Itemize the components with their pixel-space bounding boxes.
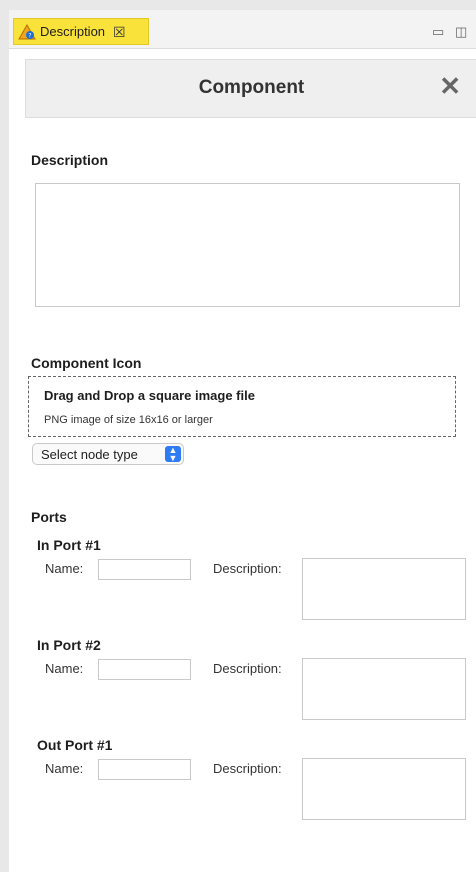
page-title: Component: [198, 77, 305, 98]
port-name-label: Name:: [45, 561, 84, 576]
port-description-label: Description:: [213, 661, 282, 676]
port-name-input[interactable]: [98, 759, 191, 780]
port-name-label: Name:: [45, 661, 84, 676]
description-textarea[interactable]: [35, 183, 460, 307]
description-label: Description: [31, 152, 109, 168]
port-title: Out Port #1: [37, 737, 113, 753]
window-left-edge: [0, 0, 9, 872]
tab-close-icon[interactable]: ☒: [113, 25, 126, 39]
drop-zone-title: Drag and Drop a square image file: [44, 388, 255, 403]
chevron-updown-icon: ▲ ▼: [165, 446, 181, 463]
port-description-label: Description:: [213, 761, 282, 776]
node-type-select[interactable]: Select node type ▲ ▼: [32, 443, 184, 465]
window-top-edge: [0, 0, 476, 10]
description-view: Component ✕ Description Component Icon D…: [9, 49, 476, 872]
view-tab-bar: ? Description ☒ ▭ ◫: [9, 10, 476, 49]
maximize-icon[interactable]: ◫: [455, 24, 467, 40]
port-description-label: Description:: [213, 561, 282, 576]
svg-text:?: ?: [28, 32, 31, 39]
port-description-input[interactable]: [302, 658, 466, 720]
port-name-label: Name:: [45, 761, 84, 776]
node-type-select-value: Select node type: [41, 447, 138, 462]
port-title: In Port #2: [37, 637, 101, 653]
port-description-input[interactable]: [302, 558, 466, 620]
description-tab[interactable]: ? Description ☒: [13, 18, 149, 45]
drop-zone-hint: PNG image of size 16x16 or larger: [44, 414, 213, 426]
port-name-input[interactable]: [98, 559, 191, 580]
tab-label: Description: [40, 24, 106, 39]
knime-view-icon: ?: [18, 23, 36, 39]
minimize-icon[interactable]: ▭: [432, 24, 444, 40]
close-icon[interactable]: ✕: [439, 73, 461, 99]
component-header: Component ✕: [25, 59, 476, 118]
port-description-input[interactable]: [302, 758, 466, 820]
port-name-input[interactable]: [98, 659, 191, 680]
component-icon-label: Component Icon: [31, 355, 142, 371]
port-title: In Port #1: [37, 537, 101, 553]
image-drop-zone[interactable]: Drag and Drop a square image file PNG im…: [28, 376, 456, 437]
ports-label: Ports: [31, 509, 67, 525]
